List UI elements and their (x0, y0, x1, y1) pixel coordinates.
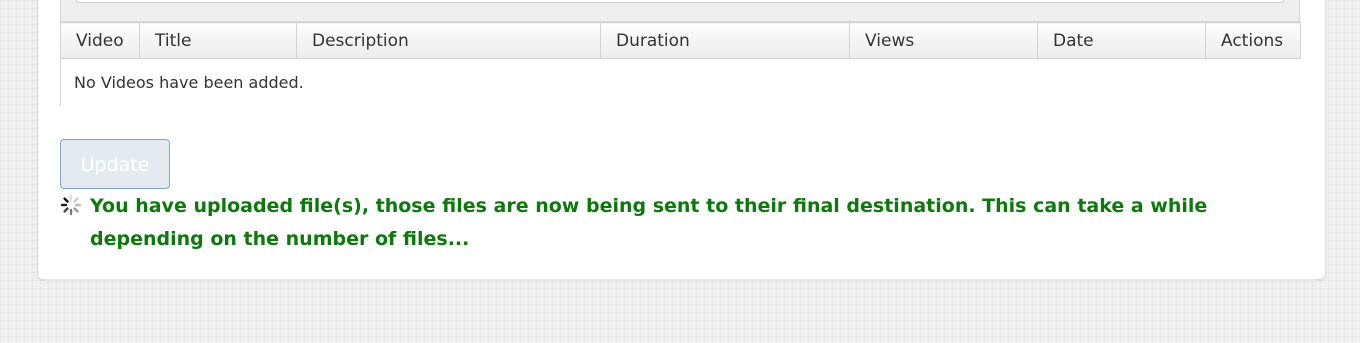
column-header-video[interactable]: Video (60, 22, 140, 59)
empty-table-message: No Videos have been added. (60, 58, 1301, 106)
loading-spinner-icon (60, 194, 82, 216)
table-row: No Videos have been added. (60, 58, 1301, 106)
upload-input-field[interactable] (76, 0, 1284, 3)
update-button[interactable]: Update (60, 139, 170, 189)
videos-table: Video Title Description Duration Views D… (60, 22, 1301, 106)
column-header-actions: Actions (1205, 22, 1301, 59)
upload-status-message: You have uploaded file(s), those files a… (90, 195, 1208, 250)
table-header-row: Video Title Description Duration Views D… (60, 22, 1301, 59)
column-header-description[interactable]: Description (296, 22, 601, 59)
column-header-date[interactable]: Date (1037, 22, 1206, 59)
column-header-views[interactable]: Views (849, 22, 1038, 59)
panel-shadow (45, 279, 1316, 283)
upload-area (60, 0, 1300, 22)
column-header-duration[interactable]: Duration (600, 22, 850, 59)
column-header-title[interactable]: Title (139, 22, 297, 59)
